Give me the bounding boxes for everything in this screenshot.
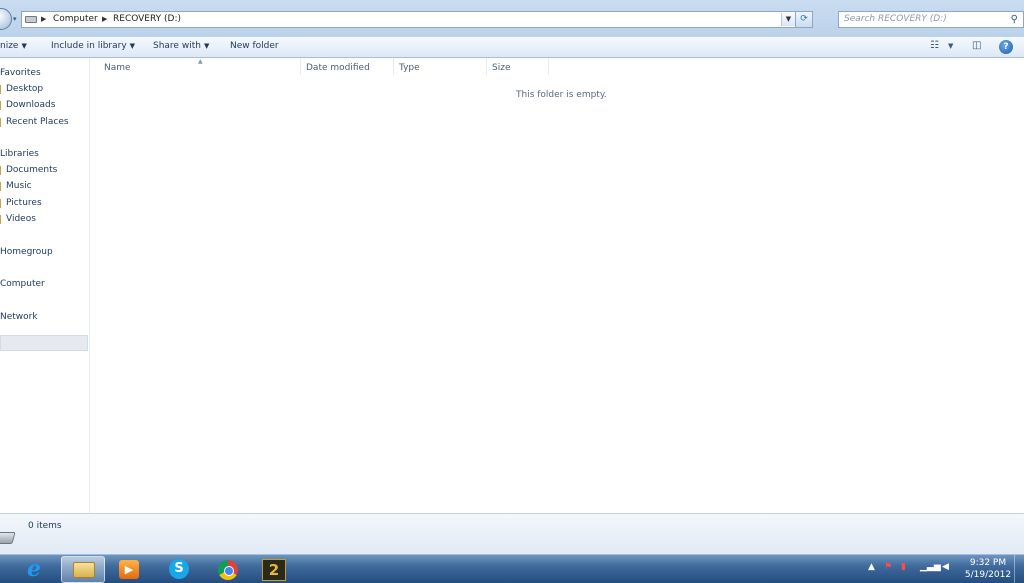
chevron-down-icon: ▼ [129, 42, 136, 50]
taskbar-chrome[interactable] [205, 556, 249, 583]
show-desktop-button[interactable] [1014, 555, 1024, 583]
change-view-icon[interactable]: ☷ [930, 40, 939, 54]
show-hidden-icons-icon[interactable]: ▲ [868, 562, 875, 572]
column-divider[interactable] [486, 58, 487, 75]
videos-icon [0, 215, 1, 224]
preview-pane-icon[interactable]: ◫ [972, 40, 981, 54]
address-dropdown-button[interactable]: ▼ [781, 13, 795, 26]
refresh-button[interactable]: ⟳ [795, 12, 812, 27]
help-icon[interactable]: ? [999, 40, 1013, 54]
taskbar-skype[interactable]: S [156, 556, 200, 583]
breadcrumb-arrow-icon[interactable]: ▶ [102, 15, 107, 23]
action-center-flag-icon[interactable]: ⚑ [884, 562, 892, 572]
address-bar[interactable]: ▶ Computer ▶ RECOVERY (D:) ▼ ⟳ [21, 11, 813, 28]
taskbar-game[interactable]: 2 [252, 556, 296, 583]
empty-folder-message: This folder is empty. [516, 90, 607, 100]
clock-date: 5/19/2012 [964, 570, 1012, 580]
search-icon[interactable]: ⚲ [1011, 14, 1018, 25]
documents-icon [0, 166, 1, 175]
share-with-button[interactable]: Share with ▼ [153, 41, 209, 51]
column-divider[interactable] [393, 58, 394, 75]
search-placeholder: Search RECOVERY (D:) [844, 14, 947, 24]
nav-network[interactable]: Network [0, 312, 38, 322]
nav-homegroup[interactable]: Homegroup [0, 247, 53, 257]
chevron-down-icon: ▼ [203, 42, 210, 50]
navigation-pane: Favorites Desktop Downloads Recent Place… [0, 58, 90, 513]
new-folder-button[interactable]: New folder [230, 41, 279, 51]
view-options-chevron-icon[interactable]: ▼ [948, 42, 953, 56]
chrome-icon [218, 560, 238, 580]
nav-selection-highlight [0, 335, 88, 351]
breadcrumb-arrow-icon[interactable]: ▶ [41, 15, 46, 23]
details-pane: 0 items [0, 513, 1024, 554]
taskbar: e ▶ S 2 ▲ ⚑ ▮ ▁▃▅ ◀ 9:32 PM 5/19/2012 [0, 554, 1024, 583]
nav-libraries[interactable]: Libraries [0, 149, 39, 159]
taskbar-internet-explorer[interactable]: e [15, 556, 59, 583]
column-date-modified[interactable]: Date modified [306, 63, 370, 73]
recent-pages-chevron-icon[interactable]: ▾ [13, 15, 17, 23]
taskbar-windows-explorer[interactable] [61, 556, 105, 583]
item-count: 0 items [28, 521, 62, 531]
chevron-down-icon: ▼ [21, 42, 27, 50]
internet-explorer-icon: e [27, 556, 41, 582]
command-bar: nize ▼ Include in library ▼ Share with ▼ Ne… [0, 37, 1024, 58]
breadcrumb-computer[interactable]: Computer [53, 14, 98, 24]
back-button[interactable] [0, 8, 12, 30]
power-battery-icon[interactable]: ▮ [901, 562, 906, 572]
breadcrumb-recovery[interactable]: RECOVERY (D:) [113, 14, 181, 24]
skype-icon: S [169, 559, 189, 579]
taskbar-media-player[interactable]: ▶ [107, 556, 151, 583]
desktop-icon [0, 85, 1, 94]
include-label: Include in library [51, 41, 127, 51]
column-divider[interactable] [300, 58, 301, 75]
recent-places-icon [0, 118, 1, 127]
drive-icon [25, 16, 37, 23]
system-clock[interactable]: 9:32 PM 5/19/2012 [962, 557, 1014, 581]
downloads-icon [0, 101, 1, 110]
column-name[interactable]: Name [104, 63, 131, 73]
organize-label: nize [0, 41, 19, 51]
nav-computer[interactable]: Computer [0, 279, 45, 289]
network-signal-icon[interactable]: ▁▃▅ [920, 562, 941, 572]
include-in-library-button[interactable]: Include in library ▼ [51, 41, 135, 51]
column-divider[interactable] [548, 58, 549, 75]
drive-icon [0, 532, 16, 544]
share-label: Share with [153, 41, 201, 51]
column-size[interactable]: Size [492, 63, 510, 73]
clock-time: 9:32 PM [969, 558, 1007, 568]
game-icon: 2 [262, 559, 286, 581]
sort-ascending-icon: ▲ [198, 58, 203, 65]
media-player-icon: ▶ [119, 560, 139, 579]
column-type[interactable]: Type [399, 63, 420, 73]
pictures-icon [0, 199, 1, 208]
volume-icon[interactable]: ◀ [942, 562, 949, 572]
music-icon [0, 182, 1, 191]
address-row: ▾ ▶ Computer ▶ RECOVERY (D:) ▼ ⟳ Search … [0, 0, 1024, 37]
folder-icon [73, 562, 95, 578]
nav-favorites[interactable]: Favorites [0, 68, 41, 78]
organize-button[interactable]: nize ▼ [0, 41, 27, 51]
search-input[interactable]: Search RECOVERY (D:) ⚲ [838, 11, 1024, 28]
file-list[interactable]: ▲ Name Date modified Type Size This fold… [91, 58, 1024, 513]
